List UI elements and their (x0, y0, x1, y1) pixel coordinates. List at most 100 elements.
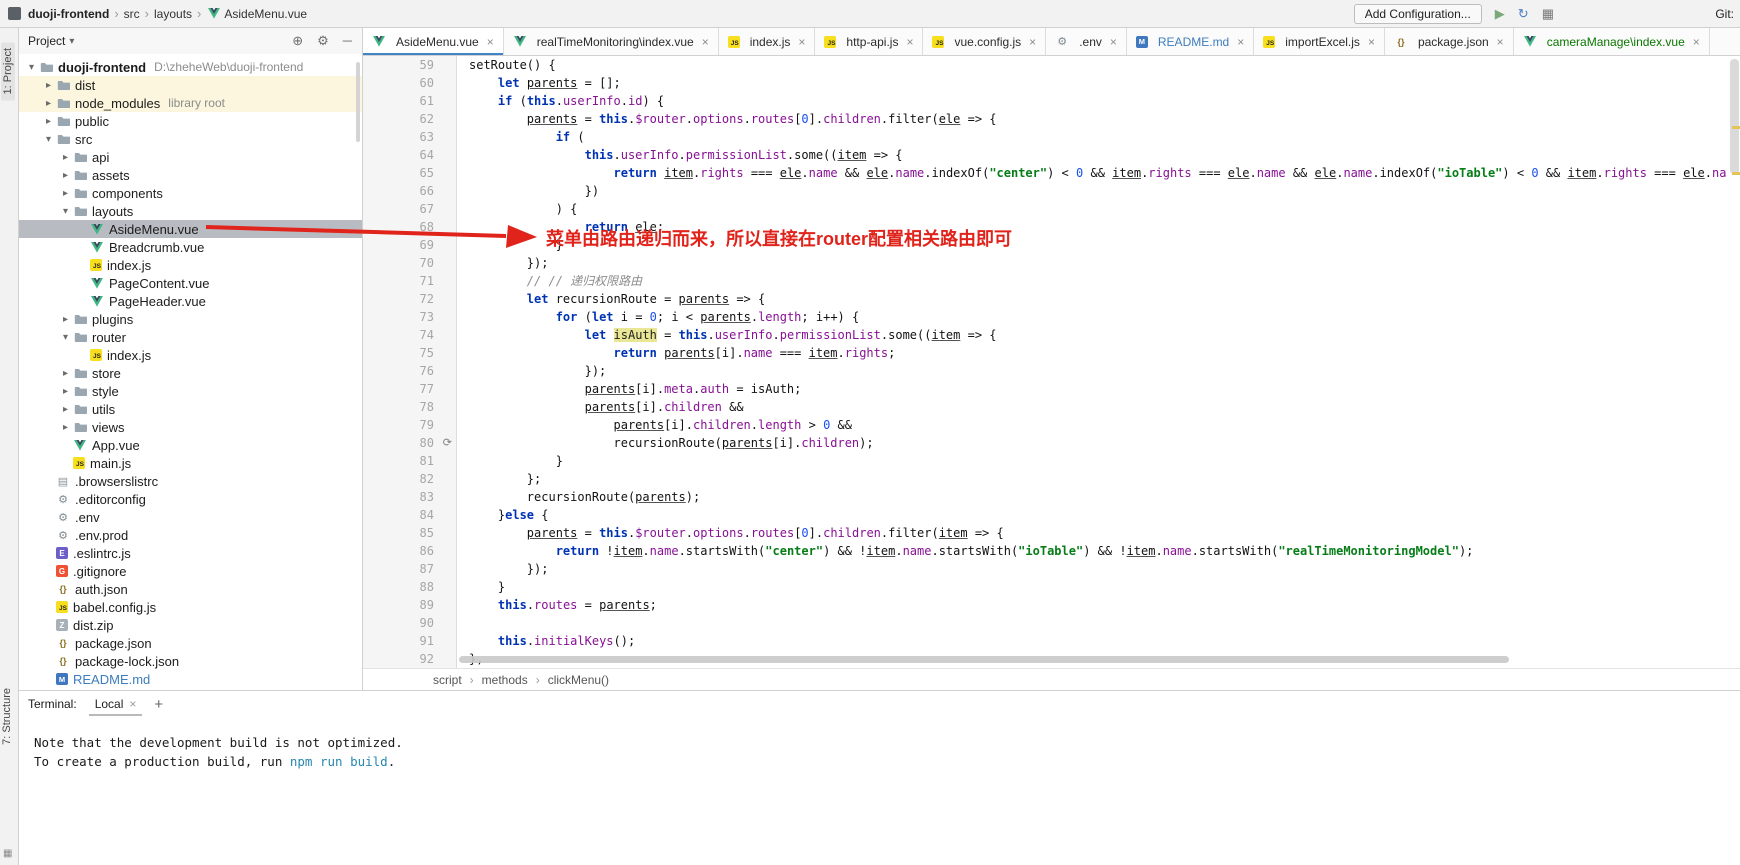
line-number[interactable]: 70 (363, 254, 456, 272)
grid-icon[interactable]: ▦ (1542, 6, 1554, 22)
code-line[interactable]: ) { (469, 200, 1728, 218)
close-tab-icon[interactable]: × (1110, 35, 1117, 49)
line-number[interactable]: 79 (363, 416, 456, 434)
line-number[interactable]: 60 (363, 74, 456, 92)
code-line[interactable]: let isAuth = this.userInfo.permissionLis… (469, 326, 1728, 344)
tab-vue.config.js[interactable]: JSvue.config.js× (923, 28, 1046, 55)
code-line[interactable]: parents[i].children.length > 0 && (469, 416, 1728, 434)
code-line[interactable]: recursionRoute(parents[i].children); (469, 434, 1728, 452)
line-number[interactable]: 84 (363, 506, 456, 524)
line-number[interactable]: 75 (363, 344, 456, 362)
close-tab-icon[interactable]: × (906, 35, 913, 49)
vertical-scrollbar[interactable] (1730, 59, 1739, 174)
tab-importExcel.js[interactable]: JSimportExcel.js× (1254, 28, 1385, 55)
line-number[interactable]: 78 (363, 398, 456, 416)
tree-item-.env.prod[interactable]: ⚙.env.prod (18, 526, 362, 544)
line-number[interactable]: 77 (363, 380, 456, 398)
code-line[interactable]: recursionRoute(parents); (469, 488, 1728, 506)
code-line[interactable]: }; (469, 470, 1728, 488)
tree-item-components[interactable]: ▸components (18, 184, 362, 202)
tree-item-package-lock.json[interactable]: {}package-lock.json (18, 652, 362, 670)
chevron-down-icon[interactable]: ▾ (69, 36, 74, 47)
tree-item-.eslintrc.js[interactable]: E.eslintrc.js (18, 544, 362, 562)
close-tab-icon[interactable]: × (1368, 35, 1375, 49)
tree-item-style[interactable]: ▸style (18, 382, 362, 400)
code-line[interactable]: }); (469, 254, 1728, 272)
recursive-call-icon[interactable]: ⟳ (443, 434, 452, 452)
locate-file-icon[interactable]: ⊕ (292, 33, 303, 49)
line-number[interactable]: 66 (363, 182, 456, 200)
line-number[interactable]: 65 (363, 164, 456, 182)
code-line[interactable]: }) (469, 182, 1728, 200)
tool-window-icon[interactable]: ▦ (3, 848, 12, 859)
code-line[interactable]: if (this.userInfo.id) { (469, 92, 1728, 110)
titlebar-crumb-file[interactable]: AsideMenu.vue (224, 7, 307, 21)
line-number[interactable]: 61 (363, 92, 456, 110)
line-number[interactable]: 76 (363, 362, 456, 380)
code-line[interactable] (469, 614, 1728, 632)
line-number[interactable]: 68 (363, 218, 456, 236)
terminal-output[interactable]: Note that the development build is not o… (18, 717, 1740, 771)
tree-item-package.json[interactable]: {}package.json (18, 634, 362, 652)
code-line[interactable]: }else { (469, 506, 1728, 524)
line-number[interactable]: 73 (363, 308, 456, 326)
tree-item-App.vue[interactable]: App.vue (18, 436, 362, 454)
line-number[interactable]: 82 (363, 470, 456, 488)
code-line[interactable]: parents[i].meta.auth = isAuth; (469, 380, 1728, 398)
chevron-right-icon[interactable]: ▸ (58, 404, 73, 415)
tree-item-auth.json[interactable]: {}auth.json (18, 580, 362, 598)
tree-item-public[interactable]: ▸public (18, 112, 362, 130)
tree-item-store[interactable]: ▸store (18, 364, 362, 382)
tool-button-project[interactable]: 1: Project (1, 42, 15, 100)
close-tab-icon[interactable]: × (487, 35, 494, 49)
chevron-right-icon[interactable]: ▸ (58, 422, 73, 433)
tree-item-PageContent.vue[interactable]: PageContent.vue (18, 274, 362, 292)
chevron-down-icon[interactable]: ▾ (24, 62, 39, 73)
code-line[interactable]: setRoute() { (469, 56, 1728, 74)
tab-README.md[interactable]: MREADME.md× (1127, 28, 1254, 55)
line-number[interactable]: 92 (363, 650, 456, 668)
update-project-icon[interactable]: ↻ (1518, 6, 1529, 22)
add-configuration-button[interactable]: Add Configuration... (1354, 4, 1482, 24)
close-tab-icon[interactable]: × (702, 35, 709, 49)
chevron-down-icon[interactable]: ▾ (58, 332, 73, 343)
code-line[interactable]: this.routes = parents; (469, 596, 1728, 614)
tree-item-dist[interactable]: ▸dist (18, 76, 362, 94)
tree-item-router[interactable]: ▾router (18, 328, 362, 346)
code-line[interactable]: parents[i].children && (469, 398, 1728, 416)
tree-item-api[interactable]: ▸api (18, 148, 362, 166)
line-number[interactable]: 59 (363, 56, 456, 74)
line-number[interactable]: 67 (363, 200, 456, 218)
tab-AsideMenu.vue[interactable]: AsideMenu.vue× (363, 28, 504, 55)
chevron-right-icon[interactable]: ▸ (58, 188, 73, 199)
code-line[interactable]: this.userInfo.permissionList.some((item … (469, 146, 1728, 164)
line-number[interactable]: 86 (363, 542, 456, 560)
tab-http-api.js[interactable]: JShttp-api.js× (815, 28, 923, 55)
tree-item-.gitignore[interactable]: G.gitignore (18, 562, 362, 580)
line-number[interactable]: 71 (363, 272, 456, 290)
tree-item-index.js[interactable]: JSindex.js (18, 346, 362, 364)
code-pane[interactable]: setRoute() { let parents = []; if (this.… (457, 56, 1728, 668)
code-line[interactable]: let recursionRoute = parents => { (469, 290, 1728, 308)
chevron-right-icon[interactable]: ▸ (58, 368, 73, 379)
line-number[interactable]: 87 (363, 560, 456, 578)
tab-.env[interactable]: ⚙.env× (1046, 28, 1127, 55)
tree-item-.env[interactable]: ⚙.env (18, 508, 362, 526)
tab-cameraManage\index.vue[interactable]: cameraManage\index.vue× (1514, 28, 1710, 55)
line-number[interactable]: 81 (363, 452, 456, 470)
code-line[interactable]: if ( (469, 128, 1728, 146)
titlebar-crumb-src[interactable]: src (124, 7, 140, 21)
code-line[interactable]: let parents = []; (469, 74, 1728, 92)
tree-item-node_modules[interactable]: ▸node_moduleslibrary root (18, 94, 362, 112)
new-terminal-icon[interactable]: + (154, 696, 163, 713)
line-number[interactable]: 72 (363, 290, 456, 308)
chevron-right-icon[interactable]: ▸ (41, 80, 56, 91)
tab-realTimeMonitoring\index.vue[interactable]: realTimeMonitoring\index.vue× (504, 28, 719, 55)
settings-gear-icon[interactable]: ⚙ (317, 33, 329, 49)
tree-item-layouts[interactable]: ▾layouts (18, 202, 362, 220)
chevron-right-icon[interactable]: ▸ (58, 152, 73, 163)
tree-item-.editorconfig[interactable]: ⚙.editorconfig (18, 490, 362, 508)
line-number[interactable]: 64 (363, 146, 456, 164)
tree-item-README.md[interactable]: MREADME.md (18, 670, 362, 688)
close-tab-icon[interactable]: × (1693, 35, 1700, 49)
